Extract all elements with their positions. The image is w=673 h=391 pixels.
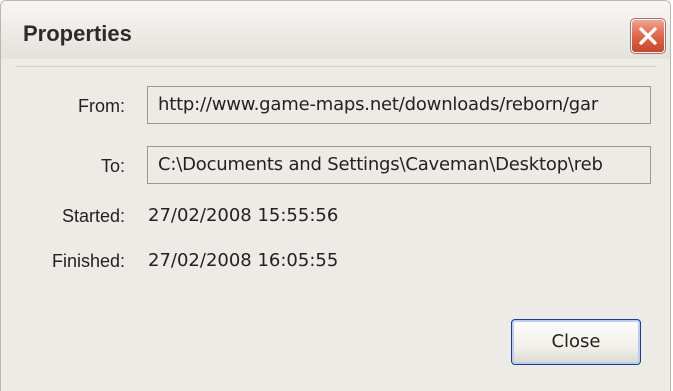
from-field[interactable]: http://www.game-maps.net/downloads/rebor… [147,86,651,124]
close-x-button[interactable] [630,18,666,54]
close-button[interactable]: Close [511,319,641,365]
to-label: To: [100,156,125,176]
close-x-icon [639,27,657,45]
to-field[interactable]: C:\Documents and Settings\Caveman\Deskto… [147,146,651,184]
dialog-title: Properties [23,21,132,46]
finished-label: Finished: [51,251,125,271]
title-divider [15,66,656,67]
started-label: Started: [61,206,125,226]
properties-dialog: Properties From: http://www.game-maps.ne… [0,0,671,391]
finished-value: 27/02/2008 16:05:55 [148,250,339,271]
title-bar[interactable]: Properties [1,1,670,59]
started-value: 27/02/2008 15:55:56 [148,205,339,226]
from-label: From: [78,96,125,116]
